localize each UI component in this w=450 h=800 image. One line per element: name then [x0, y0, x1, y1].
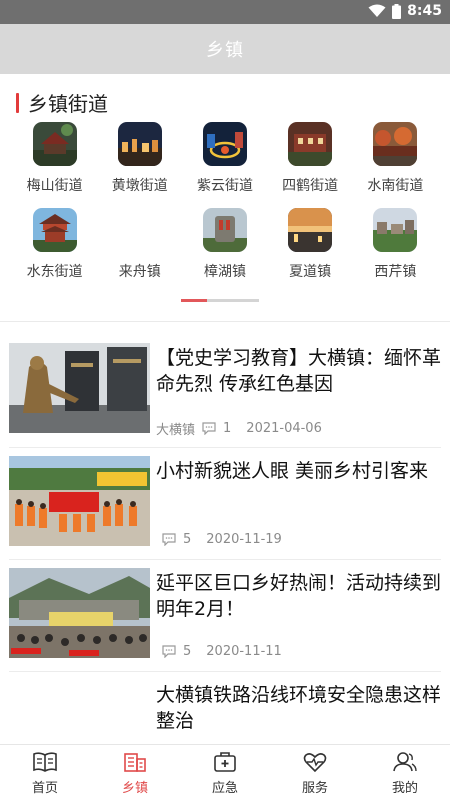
news-separator: [9, 671, 441, 672]
town-label: 樟湖镇: [203, 264, 246, 280]
tab-towns[interactable]: 乡镇: [90, 745, 180, 800]
town-label: 黄墩街道: [111, 178, 168, 194]
tab-mine[interactable]: 我的: [360, 745, 450, 800]
tab-label: 我的: [391, 781, 418, 796]
town-item[interactable]: 夏道镇: [268, 208, 353, 294]
section-heading: 乡镇街道: [16, 88, 108, 117]
building-icon: [124, 753, 146, 772]
town-item[interactable]: 四鹤街道: [268, 122, 353, 208]
town-thumbnail: [373, 122, 418, 166]
page-title: 乡镇: [206, 40, 244, 61]
town-thumbnail: [32, 122, 77, 166]
status-bar: 8:45: [0, 0, 450, 24]
news-thumbnail: [9, 343, 150, 433]
town-grid-row: 水东街道 来舟镇 樟湖镇 夏道镇 西芹镇: [12, 208, 438, 294]
tab-home[interactable]: 首页: [0, 745, 90, 800]
news-comment-count: 5: [183, 532, 192, 547]
tab-label: 服务: [301, 781, 328, 796]
news-meta: 大横镇 1 2021-04-06: [156, 419, 322, 438]
tab-label: 首页: [31, 781, 58, 796]
town-item[interactable]: 樟湖镇: [182, 208, 267, 294]
news-comment-count: 5: [183, 644, 192, 659]
page-indicator-dot[interactable]: [207, 299, 233, 302]
news-meta: 5 2020-11-11: [162, 644, 282, 659]
comment-icon: [162, 645, 176, 658]
town-item[interactable]: 梅山街道: [12, 122, 97, 208]
wifi-icon: [368, 4, 386, 17]
town-thumbnail: [32, 208, 77, 252]
news-separator: [9, 559, 441, 560]
news-separator: [9, 447, 441, 448]
news-title: 大横镇铁路沿线环境安全隐患这样整治: [156, 684, 441, 732]
town-label: 紫云街道: [196, 178, 253, 194]
first-aid-icon: [214, 752, 236, 772]
comment-icon: [162, 533, 176, 546]
town-thumbnail: [202, 208, 247, 252]
town-item[interactable]: 水南街道: [353, 122, 438, 208]
page-indicator-dot[interactable]: [181, 299, 207, 302]
town-item[interactable]: 西芹镇: [353, 208, 438, 294]
town-item[interactable]: 紫云街道: [182, 122, 267, 208]
heart-pulse-icon: [303, 753, 327, 773]
tab-label: 乡镇: [121, 781, 148, 796]
news-title: 延平区巨口乡好热闹！活动持续到明年2月！: [156, 572, 442, 620]
user-icon: [393, 752, 417, 772]
news-thumbnail: [9, 568, 150, 658]
news-item[interactable]: 小村新貌迷人眼 美丽乡村引客来 5 2020-11-19: [9, 456, 441, 560]
news-item[interactable]: 【党史学习教育】大横镇：缅怀革命先烈 传承红色基因 大横镇 1 2021-04-…: [9, 343, 442, 448]
page-indicator-dot[interactable]: [233, 299, 259, 302]
section-accent-bar: [16, 92, 19, 113]
town-label: 四鹤街道: [282, 178, 339, 194]
town-thumbnail: [288, 122, 333, 166]
news-item[interactable]: 延平区巨口乡好热闹！活动持续到明年2月！ 5 2020-11-11: [9, 568, 441, 672]
book-icon: [33, 752, 57, 772]
section-divider: [0, 321, 450, 322]
tab-emergency[interactable]: 应急: [180, 745, 270, 800]
news-comment-count: 1: [223, 421, 232, 436]
comment-icon: [202, 422, 216, 435]
town-label: 来舟镇: [118, 264, 161, 280]
news-meta: 5 2020-11-19: [162, 532, 282, 547]
news-date: 2020-11-19: [206, 532, 282, 547]
town-grid-row: 梅山街道 黄墩街道 紫云街道 四鹤街道 水南街道: [12, 122, 438, 208]
tab-label: 应急: [211, 781, 238, 796]
town-thumbnail: [117, 122, 162, 166]
news-date: 2020-11-11: [206, 644, 282, 659]
town-grid: 梅山街道 黄墩街道 紫云街道 四鹤街道 水南街道 水东街道 来舟镇 樟湖镇 夏道…: [12, 122, 438, 294]
app-bar: 乡镇: [0, 24, 450, 74]
news-item[interactable]: 大横镇铁路沿线环境安全隐患这样整治: [9, 680, 441, 744]
town-item[interactable]: 水东街道: [12, 208, 97, 294]
town-item[interactable]: 黄墩街道: [97, 122, 182, 208]
town-item[interactable]: 来舟镇: [97, 208, 182, 294]
town-label: 水南街道: [367, 178, 424, 194]
town-thumbnail: [373, 208, 418, 252]
town-thumbnail: [288, 208, 333, 252]
page-indicator: [181, 299, 259, 302]
bottom-tab-bar: 首页 乡镇 应急 服务 我的: [0, 744, 450, 800]
battery-icon: [392, 3, 402, 19]
town-label: 梅山街道: [26, 178, 83, 194]
news-title: 【党史学习教育】大横镇：缅怀革命先烈 传承红色基因: [156, 347, 442, 395]
news-date: 2021-04-06: [246, 421, 322, 436]
section-title: 乡镇街道: [28, 92, 108, 116]
status-time: 8:45: [407, 3, 442, 19]
town-thumbnail: [202, 122, 247, 166]
news-source: 大横镇: [156, 423, 196, 438]
news-title: 小村新貌迷人眼 美丽乡村引客来: [156, 460, 429, 482]
news-thumbnail: [9, 456, 150, 546]
town-label: 水东街道: [26, 264, 83, 280]
tab-services[interactable]: 服务: [270, 745, 360, 800]
town-label: 夏道镇: [289, 264, 332, 280]
town-label: 西芹镇: [374, 264, 417, 280]
town-thumbnail: [118, 208, 162, 252]
status-icons: 8:45: [368, 3, 442, 19]
